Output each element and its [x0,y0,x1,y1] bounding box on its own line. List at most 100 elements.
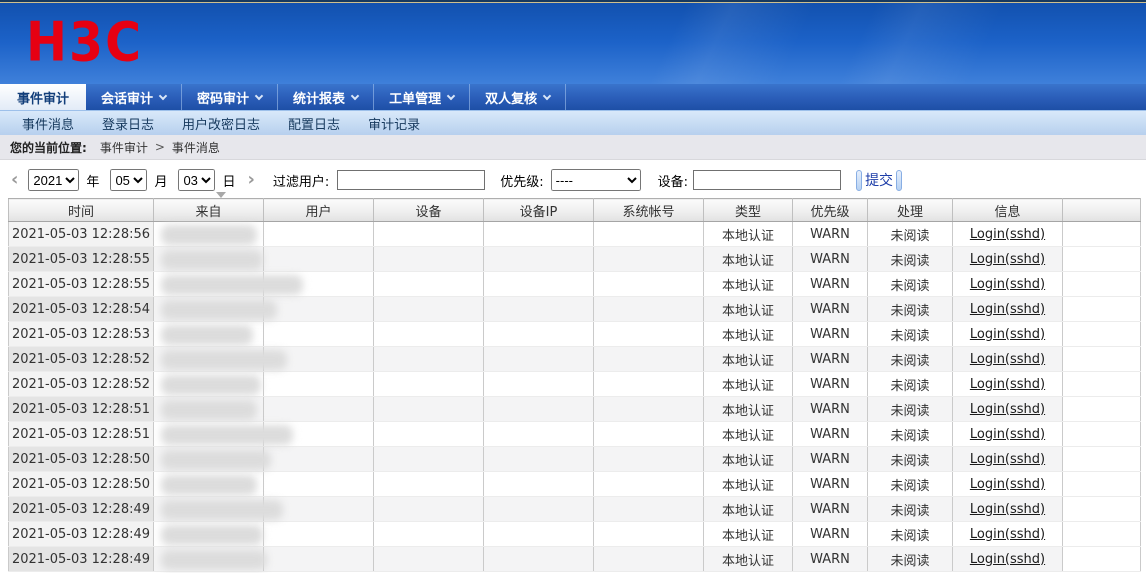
cell-from [154,547,264,572]
breadcrumb-link-event-message[interactable]: 事件消息 [172,139,220,156]
subnav-item-config-log[interactable]: 配置日志 [274,114,354,133]
tab-password-audit[interactable]: 密码审计 [182,84,278,110]
column-header-系统帐号[interactable]: 系统帐号 [594,199,704,222]
cell-from [154,422,264,447]
info-link[interactable]: Login(sshd) [970,227,1045,242]
sub-nav-bar: 事件消息登录日志用户改密日志配置日志审计记录 [0,110,1146,135]
priority-select[interactable]: ---- [551,169,641,191]
month-select[interactable]: 05 [110,169,147,191]
tab-dual-review[interactable]: 双人复核 [470,84,566,110]
info-link[interactable]: Login(sshd) [970,452,1045,467]
cell-account [594,297,704,322]
cell-extra [1063,297,1141,322]
tab-stats-report[interactable]: 统计报表 [278,84,374,110]
prev-day-arrow-icon[interactable]: ‹ [8,171,21,189]
cell-info: Login(sshd) [953,472,1063,497]
submit-button[interactable]: 提交 [856,170,902,191]
cell-extra [1063,222,1141,247]
cell-from [154,447,264,472]
info-link[interactable]: Login(sshd) [970,302,1045,317]
cell-type: 本地认证 [704,547,793,572]
subnav-item-event-message[interactable]: 事件消息 [8,114,88,133]
cell-device [374,322,484,347]
cell-type: 本地认证 [704,297,793,322]
cell-extra [1063,272,1141,297]
subnav-item-user-passwd-log[interactable]: 用户改密日志 [168,114,274,133]
cell-extra [1063,547,1141,572]
tab-session-audit[interactable]: 会话审计 [86,84,182,110]
cell-extra [1063,522,1141,547]
cell-time: 2021-05-03 12:28:55 [9,247,154,272]
sort-indicator-icon[interactable] [216,192,226,198]
cell-device_ip [484,422,594,447]
column-header-extra[interactable] [1063,199,1141,222]
info-link[interactable]: Login(sshd) [970,552,1045,567]
column-header-设备[interactable]: 设备 [374,199,484,222]
cell-type: 本地认证 [704,347,793,372]
cell-extra [1063,247,1141,272]
year-select[interactable]: 2021 [28,169,79,191]
info-link[interactable]: Login(sshd) [970,277,1045,292]
info-link[interactable]: Login(sshd) [970,527,1045,542]
tab-event-audit[interactable]: 事件审计 [0,84,86,110]
column-header-信息[interactable]: 信息 [953,199,1063,222]
info-link[interactable]: Login(sshd) [970,252,1045,267]
cell-from [154,522,264,547]
cell-account [594,372,704,397]
column-header-用户[interactable]: 用户 [264,199,374,222]
cell-device_ip [484,247,594,272]
cell-time: 2021-05-03 12:28:51 [9,422,154,447]
cell-extra [1063,347,1141,372]
column-header-优先级[interactable]: 优先级 [793,199,868,222]
cell-time: 2021-05-03 12:28:52 [9,347,154,372]
column-header-来自[interactable]: 来自 [154,199,264,222]
redacted-blur [161,475,257,495]
cell-priority: WARN [793,497,868,522]
header-banner: H3C [0,3,1146,84]
submit-button-label: 提交 [862,170,896,190]
cell-time: 2021-05-03 12:28:51 [9,397,154,422]
cell-info: Login(sshd) [953,522,1063,547]
subnav-item-audit-record[interactable]: 审计记录 [354,114,434,133]
cell-extra [1063,322,1141,347]
next-day-arrow-icon[interactable]: › [244,171,257,189]
column-header-设备IP[interactable]: 设备IP [484,199,594,222]
redacted-blur [161,300,277,320]
chevron-down-icon [159,91,167,99]
info-link[interactable]: Login(sshd) [970,427,1045,442]
day-select[interactable]: 03 [178,169,215,191]
cell-priority: WARN [793,372,868,397]
cell-priority: WARN [793,272,868,297]
cell-account [594,422,704,447]
day-unit-label: 日 [222,171,235,190]
column-header-类型[interactable]: 类型 [704,199,793,222]
subnav-item-login-log[interactable]: 登录日志 [88,114,168,133]
cell-info: Login(sshd) [953,347,1063,372]
cell-account [594,522,704,547]
info-link[interactable]: Login(sshd) [970,327,1045,342]
info-link[interactable]: Login(sshd) [970,352,1045,367]
cell-account [594,322,704,347]
filter-user-input[interactable] [337,170,485,190]
info-link[interactable]: Login(sshd) [970,402,1045,417]
cell-device_ip [484,397,594,422]
info-link[interactable]: Login(sshd) [970,502,1045,517]
cell-device [374,397,484,422]
device-input[interactable] [693,170,841,190]
cell-device_ip [484,222,594,247]
table-row: 2021-05-03 12:28:50本地认证WARN未阅读Login(sshd… [9,447,1141,472]
column-header-时间[interactable]: 时间 [9,199,154,222]
info-link[interactable]: Login(sshd) [970,377,1045,392]
info-link[interactable]: Login(sshd) [970,477,1045,492]
tab-ticket-mgmt[interactable]: 工单管理 [374,84,470,110]
tab-label: 工单管理 [389,88,441,107]
cell-status: 未阅读 [868,297,953,322]
column-header-处理[interactable]: 处理 [868,199,953,222]
cell-type: 本地认证 [704,247,793,272]
cell-priority: WARN [793,422,868,447]
breadcrumb-link-event-audit[interactable]: 事件审计 [100,139,148,156]
cell-info: Login(sshd) [953,422,1063,447]
table-body: 2021-05-03 12:28:56本地认证WARN未阅读Login(sshd… [9,222,1141,572]
cell-extra [1063,447,1141,472]
redacted-blur [161,325,253,345]
